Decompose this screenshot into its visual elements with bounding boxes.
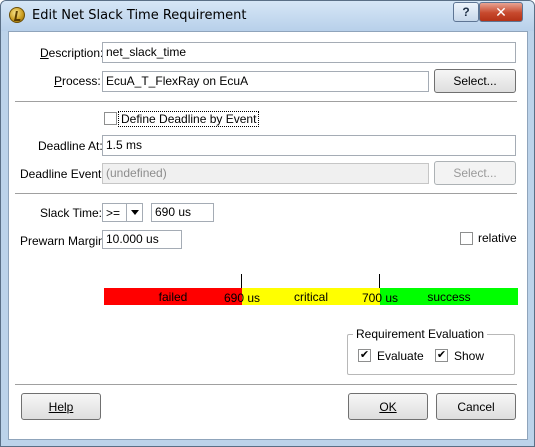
define-deadline-label[interactable]: Define Deadline by Event — [118, 111, 260, 127]
bar-segment-success: success — [380, 288, 518, 305]
tick-label-690: 690 us — [223, 291, 261, 305]
tick-label-700: 700 us — [361, 291, 399, 305]
slack-time-field[interactable]: 690 us — [151, 203, 214, 222]
separator-2 — [15, 193, 517, 195]
checkmark-icon: ✔ — [359, 349, 370, 361]
close-button[interactable]: ✕ — [479, 2, 523, 22]
process-label-rest: rocess: — [62, 74, 101, 88]
chevron-down-icon — [130, 210, 139, 215]
process-select-button[interactable]: Select... — [434, 69, 516, 93]
help-button-label: Help — [48, 399, 74, 414]
separator-1 — [15, 101, 517, 103]
relative-checkbox[interactable] — [460, 232, 473, 245]
slack-operator-dropdown[interactable]: >= — [102, 203, 143, 222]
ok-button[interactable]: OK — [348, 393, 428, 420]
deadline-at-label: Deadline At: — [38, 139, 103, 153]
prewarn-margin-label: Prewarn Margin: — [20, 234, 109, 248]
requirement-evaluation-title: Requirement Evaluation — [353, 327, 488, 341]
deadline-event-field: (undefined) — [102, 163, 429, 184]
bar-segment-success-label: success — [427, 289, 471, 304]
show-checkbox[interactable]: ✔ — [435, 349, 448, 362]
evaluate-checkbox[interactable]: ✔ — [358, 349, 371, 362]
description-label-rest: escription: — [48, 46, 104, 60]
ok-button-label: OK — [379, 399, 397, 414]
dialog-client-area: Description: net_slack_time Process: Ecu… — [8, 31, 528, 440]
app-icon — [9, 7, 25, 23]
prewarn-margin-field[interactable]: 10.000 us — [102, 230, 182, 249]
bar-segment-critical-label: critical — [293, 289, 328, 304]
help-title-button[interactable]: ? — [453, 2, 479, 22]
dropdown-arrow-box[interactable] — [126, 204, 142, 221]
tick-mark-690 — [241, 274, 242, 288]
deadline-event-label: Deadline Event: — [20, 167, 105, 181]
cancel-button-label: Cancel — [457, 399, 495, 414]
deadline-at-field[interactable]: 1.5 ms — [102, 135, 516, 156]
title-bar[interactable]: Edit Net Slack Time Requirement ? ✕ — [1, 1, 534, 31]
relative-label[interactable]: relative — [478, 231, 517, 245]
show-label[interactable]: Show — [454, 349, 484, 363]
bar-segment-failed: failed — [104, 288, 242, 305]
slack-time-label: Slack Time: — [40, 206, 103, 220]
process-field[interactable]: EcuA_T_FlexRay on EcuA — [102, 71, 429, 92]
window-title: Edit Net Slack Time Requirement — [32, 8, 247, 23]
checkmark-icon: ✔ — [436, 349, 447, 361]
slack-operator-value: >= — [106, 206, 121, 220]
cancel-button[interactable]: Cancel — [436, 393, 516, 420]
deadline-event-select-button: Select... — [434, 161, 516, 185]
process-label: Process: — [54, 74, 101, 88]
separator-3 — [15, 384, 517, 386]
description-label: Description: — [40, 46, 104, 60]
bar-segment-critical: critical — [242, 288, 380, 305]
evaluate-label[interactable]: Evaluate — [377, 349, 424, 363]
tick-mark-700 — [379, 274, 380, 288]
bar-segment-failed-label: failed — [158, 289, 188, 304]
define-deadline-checkbox[interactable] — [104, 112, 117, 125]
help-button[interactable]: Help — [21, 393, 101, 420]
dialog-window: Edit Net Slack Time Requirement ? ✕ Desc… — [0, 0, 535, 447]
description-field[interactable]: net_slack_time — [102, 42, 516, 63]
